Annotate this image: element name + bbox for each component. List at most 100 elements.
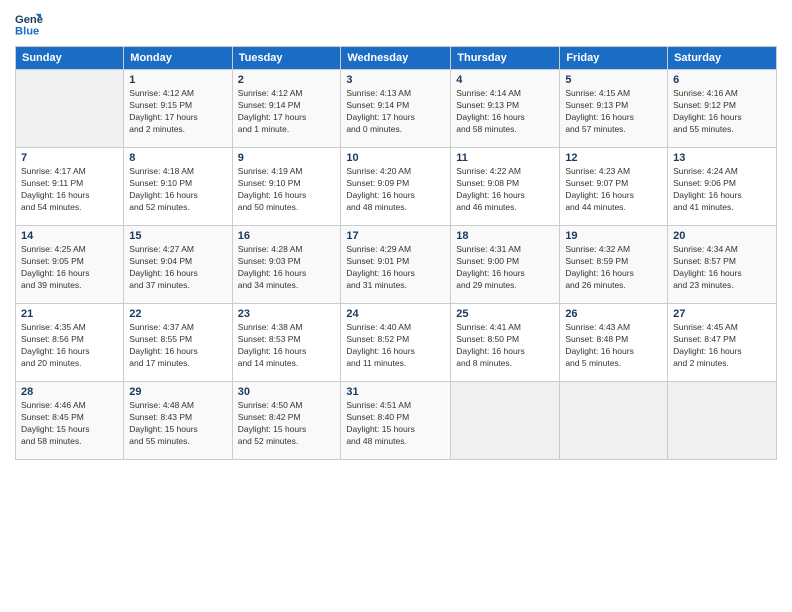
svg-text:Blue: Blue [15, 25, 39, 37]
calendar-cell: 20 Sunrise: 4:34 AMSunset: 8:57 PMDayligh… [668, 226, 777, 304]
calendar-cell: 23Sunrise: 4:38 AMSunset: 8:53 PMDayligh… [232, 304, 341, 382]
day-number: 22 [129, 308, 226, 320]
day-number: 21 [21, 308, 118, 320]
day-number: 13 [673, 152, 771, 164]
day-number: 1 [129, 74, 226, 86]
day-info: Sunrise: 4:38 AMSunset: 8:53 PMDaylight:… [238, 322, 336, 370]
day-info: Sunrise: 4:46 AMSunset: 8:45 PMDaylight:… [21, 400, 118, 448]
calendar-cell: 4 Sunrise: 4:14 AMSunset: 9:13 PMDaylight… [451, 70, 560, 148]
logo-icon: General Blue [15, 10, 43, 38]
calendar-cell: 27Sunrise: 4:45 AMSunset: 8:47 PMDayligh… [668, 304, 777, 382]
calendar-cell: 26Sunrise: 4:43 AMSunset: 8:48 PMDayligh… [560, 304, 668, 382]
day-info: Sunrise: 4:45 AMSunset: 8:47 PMDaylight:… [673, 322, 771, 370]
day-info: Sunrise: 4:29 AMSunset: 9:01 PMDaylight:… [346, 244, 445, 292]
calendar-cell: 13 Sunrise: 4:24 AMSunset: 9:06 PMDayligh… [668, 148, 777, 226]
calendar-cell: 16 Sunrise: 4:28 AMSunset: 9:03 PMDayligh… [232, 226, 341, 304]
day-info: Sunrise: 4:40 AMSunset: 8:52 PMDaylight:… [346, 322, 445, 370]
calendar-week-row: 21 Sunrise: 4:35 AMSunset: 8:56 PMDayligh… [16, 304, 777, 382]
calendar-cell: 9Sunrise: 4:19 AMSunset: 9:10 PMDaylight… [232, 148, 341, 226]
day-number: 14 [21, 230, 118, 242]
day-info: Sunrise: 4:13 AMSunset: 9:14 PMDaylight:… [346, 88, 445, 136]
day-info: Sunrise: 4:24 AMSunset: 9:06 PMDaylight:… [673, 166, 771, 214]
day-info: Sunrise: 4:14 AMSunset: 9:13 PMDaylight:… [456, 88, 554, 136]
calendar-week-row: 1 Sunrise: 4:12 AMSunset: 9:15 PMDaylight… [16, 70, 777, 148]
day-number: 31 [346, 386, 445, 398]
calendar-cell: 15 Sunrise: 4:27 AMSunset: 9:04 PMDayligh… [124, 226, 232, 304]
day-info: Sunrise: 4:35 AMSunset: 8:56 PMDaylight:… [21, 322, 118, 370]
day-info: Sunrise: 4:17 AMSunset: 9:11 PMDaylight:… [21, 166, 118, 214]
day-number: 20 [673, 230, 771, 242]
calendar-cell: 25 Sunrise: 4:41 AMSunset: 8:50 PMDayligh… [451, 304, 560, 382]
day-number: 29 [129, 386, 226, 398]
calendar-week-row: 14 Sunrise: 4:25 AMSunset: 9:05 PMDayligh… [16, 226, 777, 304]
column-header-wednesday: Wednesday [341, 47, 451, 70]
day-info: Sunrise: 4:12 AMSunset: 9:14 PMDaylight:… [238, 88, 336, 136]
calendar-cell: 28 Sunrise: 4:46 AMSunset: 8:45 PMDayligh… [16, 382, 124, 460]
day-number: 8 [129, 152, 226, 164]
day-number: 6 [673, 74, 771, 86]
day-info: Sunrise: 4:18 AMSunset: 9:10 PMDaylight:… [129, 166, 226, 214]
day-number: 16 [238, 230, 336, 242]
calendar-cell: 29 Sunrise: 4:48 AMSunset: 8:43 PMDayligh… [124, 382, 232, 460]
calendar-cell: 11 Sunrise: 4:22 AMSunset: 9:08 PMDayligh… [451, 148, 560, 226]
day-info: Sunrise: 4:20 AMSunset: 9:09 PMDaylight:… [346, 166, 445, 214]
calendar-cell [560, 382, 668, 460]
day-number: 4 [456, 74, 554, 86]
calendar-cell [16, 70, 124, 148]
calendar-cell: 14 Sunrise: 4:25 AMSunset: 9:05 PMDayligh… [16, 226, 124, 304]
column-header-saturday: Saturday [668, 47, 777, 70]
day-info: Sunrise: 4:48 AMSunset: 8:43 PMDaylight:… [129, 400, 226, 448]
day-info: Sunrise: 4:12 AMSunset: 9:15 PMDaylight:… [129, 88, 226, 136]
day-number: 9 [238, 152, 336, 164]
calendar-cell: 18 Sunrise: 4:31 AMSunset: 9:00 PMDayligh… [451, 226, 560, 304]
day-info: Sunrise: 4:41 AMSunset: 8:50 PMDaylight:… [456, 322, 554, 370]
calendar-header-row: SundayMondayTuesdayWednesdayThursdayFrid… [16, 47, 777, 70]
calendar-cell: 22 Sunrise: 4:37 AMSunset: 8:55 PMDayligh… [124, 304, 232, 382]
calendar-cell [451, 382, 560, 460]
calendar-cell: 1 Sunrise: 4:12 AMSunset: 9:15 PMDaylight… [124, 70, 232, 148]
day-number: 17 [346, 230, 445, 242]
day-number: 12 [565, 152, 662, 164]
calendar-cell: 10 Sunrise: 4:20 AMSunset: 9:09 PMDayligh… [341, 148, 451, 226]
day-info: Sunrise: 4:22 AMSunset: 9:08 PMDaylight:… [456, 166, 554, 214]
day-info: Sunrise: 4:32 AMSunset: 8:59 PMDaylight:… [565, 244, 662, 292]
column-header-monday: Monday [124, 47, 232, 70]
calendar-cell: 5 Sunrise: 4:15 AMSunset: 9:13 PMDaylight… [560, 70, 668, 148]
day-number: 10 [346, 152, 445, 164]
day-number: 25 [456, 308, 554, 320]
day-number: 5 [565, 74, 662, 86]
day-info: Sunrise: 4:37 AMSunset: 8:55 PMDaylight:… [129, 322, 226, 370]
calendar-table: SundayMondayTuesdayWednesdayThursdayFrid… [15, 46, 777, 460]
calendar-cell: 19Sunrise: 4:32 AMSunset: 8:59 PMDayligh… [560, 226, 668, 304]
calendar-cell [668, 382, 777, 460]
day-number: 28 [21, 386, 118, 398]
day-info: Sunrise: 4:31 AMSunset: 9:00 PMDaylight:… [456, 244, 554, 292]
column-header-sunday: Sunday [16, 47, 124, 70]
day-number: 15 [129, 230, 226, 242]
calendar-cell: 24 Sunrise: 4:40 AMSunset: 8:52 PMDayligh… [341, 304, 451, 382]
calendar-cell: 21 Sunrise: 4:35 AMSunset: 8:56 PMDayligh… [16, 304, 124, 382]
column-header-tuesday: Tuesday [232, 47, 341, 70]
day-info: Sunrise: 4:25 AMSunset: 9:05 PMDaylight:… [21, 244, 118, 292]
day-info: Sunrise: 4:34 AMSunset: 8:57 PMDaylight:… [673, 244, 771, 292]
day-number: 11 [456, 152, 554, 164]
column-header-friday: Friday [560, 47, 668, 70]
day-info: Sunrise: 4:16 AMSunset: 9:12 PMDaylight:… [673, 88, 771, 136]
page-header: General Blue [15, 10, 777, 38]
day-number: 7 [21, 152, 118, 164]
calendar-cell: 30Sunrise: 4:50 AMSunset: 8:42 PMDayligh… [232, 382, 341, 460]
day-info: Sunrise: 4:15 AMSunset: 9:13 PMDaylight:… [565, 88, 662, 136]
calendar-cell: 31 Sunrise: 4:51 AMSunset: 8:40 PMDayligh… [341, 382, 451, 460]
calendar-week-row: 28 Sunrise: 4:46 AMSunset: 8:45 PMDayligh… [16, 382, 777, 460]
day-number: 18 [456, 230, 554, 242]
calendar-cell: 17 Sunrise: 4:29 AMSunset: 9:01 PMDayligh… [341, 226, 451, 304]
day-info: Sunrise: 4:23 AMSunset: 9:07 PMDaylight:… [565, 166, 662, 214]
day-info: Sunrise: 4:27 AMSunset: 9:04 PMDaylight:… [129, 244, 226, 292]
day-info: Sunrise: 4:51 AMSunset: 8:40 PMDaylight:… [346, 400, 445, 448]
day-info: Sunrise: 4:43 AMSunset: 8:48 PMDaylight:… [565, 322, 662, 370]
day-info: Sunrise: 4:28 AMSunset: 9:03 PMDaylight:… [238, 244, 336, 292]
calendar-cell: 7 Sunrise: 4:17 AMSunset: 9:11 PMDaylight… [16, 148, 124, 226]
day-number: 24 [346, 308, 445, 320]
logo: General Blue [15, 10, 47, 38]
day-number: 3 [346, 74, 445, 86]
